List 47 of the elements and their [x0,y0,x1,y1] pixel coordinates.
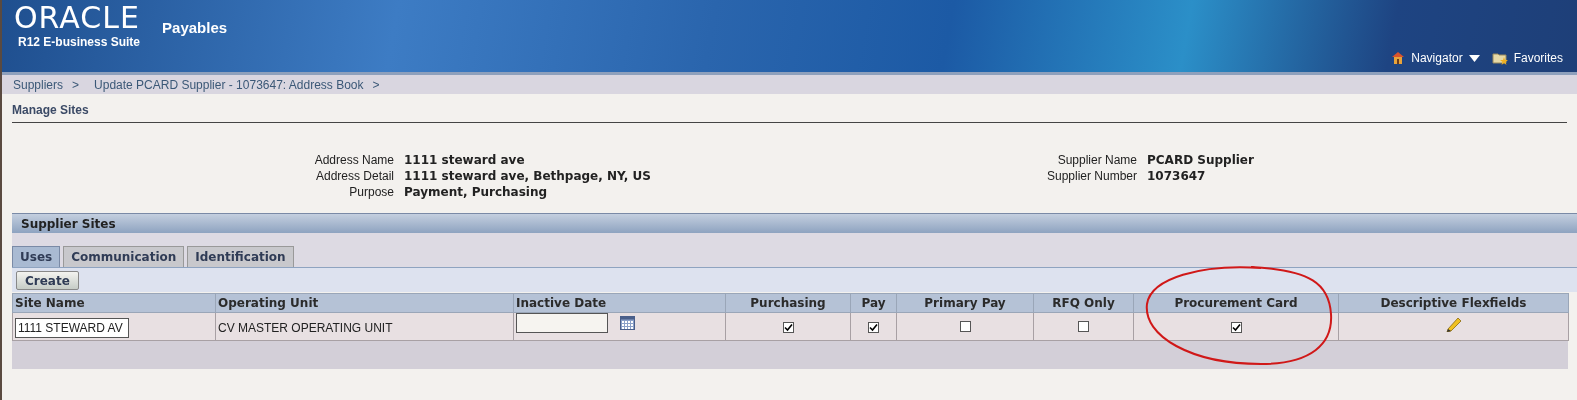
tab[interactable]: Identification [187,246,294,267]
dropdown-caret-icon [1468,54,1480,62]
column-header: Inactive Date [513,293,726,313]
checkbox[interactable] [1078,320,1089,332]
column-header: Purchasing [725,293,851,313]
detail-value: 1111 steward ave, Bethpage, NY, US [404,169,652,184]
detail-value: PCARD Supplier [1147,153,1254,168]
detail-value: Payment, Purchasing [404,185,549,200]
pencil-icon[interactable] [1444,315,1463,332]
column-header: Procurement Card [1133,293,1339,313]
column-header: Descriptive Flexfields [1338,293,1569,313]
tab[interactable]: Communication [63,246,185,267]
app-title: Payables [162,18,228,38]
column-header: Pay [850,293,897,313]
section-title: Supplier Sites [21,215,116,233]
page-title: Manage Sites [12,103,89,117]
breadcrumb-separator: > [72,76,80,94]
detail-label: Supplier Number [1045,169,1137,184]
favorites-link[interactable]: Favorites [1491,49,1563,67]
detail-label: Address Name [313,153,394,168]
column-header: RFQ Only [1033,293,1134,313]
detail-label: Supplier Name [1056,153,1137,168]
table-cell-text: CV MASTER OPERATING UNIT [218,319,393,337]
create-button[interactable]: Create [16,270,79,290]
home-icon [1391,51,1406,65]
breadcrumb-separator: > [372,76,380,94]
checkbox[interactable] [1230,321,1242,333]
tab[interactable]: Uses [12,246,61,267]
column-header: Operating Unit [215,293,514,313]
date-field[interactable] [516,313,608,333]
checkbox[interactable] [959,320,971,332]
detail-label: Address Detail [314,169,394,184]
site-name-field[interactable]: 1111 STEWARD AV [15,317,129,338]
detail-value: 1111 steward ave [404,153,526,168]
detail-value: 1073647 [1147,169,1207,184]
column-header: Primary Pay [896,293,1034,313]
navigator-menu[interactable]: Navigator [1391,49,1480,67]
folder-star-icon [1491,51,1508,65]
calendar-icon[interactable] [620,316,635,330]
column-header: Site Name [12,293,216,313]
checkbox[interactable] [868,321,879,333]
breadcrumb-link[interactable]: Suppliers [13,75,64,94]
suite-name: R12 E-business Suite [17,34,141,51]
checkbox[interactable] [782,321,794,333]
detail-label: Purpose [348,185,394,200]
oracle-logo: ORACLE [14,3,140,33]
breadcrumb-link[interactable]: Update PCARD Supplier - 1073647: Address Book [94,75,364,94]
